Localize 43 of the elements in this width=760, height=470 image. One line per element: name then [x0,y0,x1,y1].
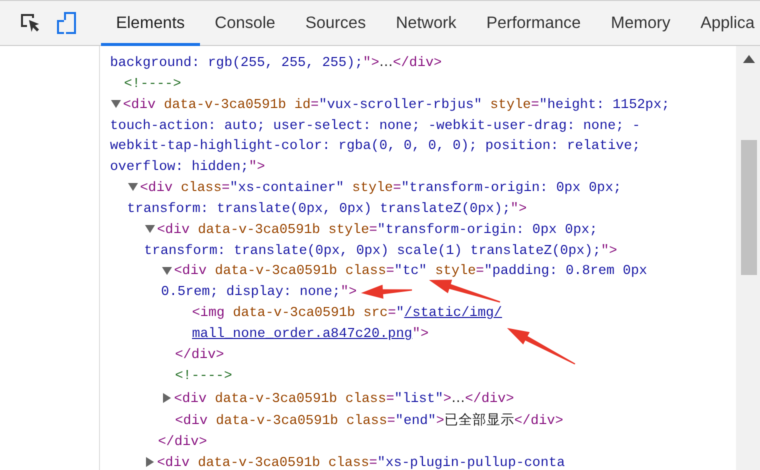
link[interactable]: mall_none_order.a847c20.png [192,326,412,342]
code-line: </div> [158,434,207,452]
code-line: touch-action: auto; user-select: none; -webkit-user-drag: none; - [110,118,640,136]
code-text: "> [412,326,429,342]
code-line: <!----> [175,368,232,386]
code-line: 0.5rem; display: none;"> [161,284,357,302]
scrollbar-thumb[interactable] [741,140,757,275]
inspect-icon[interactable] [19,12,41,34]
scrollbar[interactable] [736,46,760,470]
code-line: webkit-tap-highlight-color: rgba(0, 0, 0, 0); position: relative; [110,138,640,156]
panel-tab[interactable]: Sources [290,0,381,46]
panel-tab[interactable]: Memory [596,0,686,46]
expand-toggle-icon[interactable] [146,457,154,468]
code-text: <img data-v-3ca0591b src=" [192,306,404,322]
code-text: <div data-v-3ca0591b class="tc" style="padding: 0.8rem 0px [174,264,648,280]
code-line: transform: translate(0px, 0px) translateZ(0px);"> [127,200,527,219]
expand-toggle-icon[interactable] [111,100,121,108]
panel-tab[interactable]: Console [200,0,290,46]
panel-tab[interactable]: Performance [471,0,596,46]
panel-tab[interactable]: Elements [101,0,200,46]
code-text: <div data-v-3ca0591b style="transform-origin: 0px 0px; [157,222,598,238]
code-line: <div data-v-3ca0591b class="end">已全部显示</div> [175,411,564,432]
annotation-arrow [507,328,576,364]
code-line: background: rgb(255, 255, 255);">…</div> [110,53,442,73]
code-line: </div> [175,346,224,365]
expand-toggle-icon[interactable] [163,392,171,403]
expand-toggle-icon[interactable] [162,266,172,275]
panel-tab[interactable]: Applica [685,0,760,46]
code-text: <div class="xs-container" style="transform-origin: 0px 0px; [140,181,622,196]
device-toolbar-icon[interactable] [56,11,78,35]
code-line: <!----> [124,76,182,94]
code-text: <div data-v-3ca0591b class="xs-plugin-pullup-conta [157,456,565,470]
link[interactable]: /static/img/ [404,306,502,322]
code-line: transform: translate(0px, 0px) scale(1) translateZ(0px);"> [144,242,618,261]
expand-toggle-icon[interactable] [128,183,138,192]
code-text: <div data-v-3ca0591b id="vux-scroller-rbjus" style="height: 1152px; [123,98,670,113]
scroll-up-icon[interactable] [743,55,755,63]
code-text: <div data-v-3ca0591b class="list">…</div> [174,392,514,406]
annotation-arrow [361,284,412,299]
panel-tab[interactable]: Network [380,0,472,46]
annotation-arrow [429,280,500,303]
expand-toggle-icon[interactable] [145,225,155,234]
code-line: overflow: hidden;"> [110,159,266,178]
